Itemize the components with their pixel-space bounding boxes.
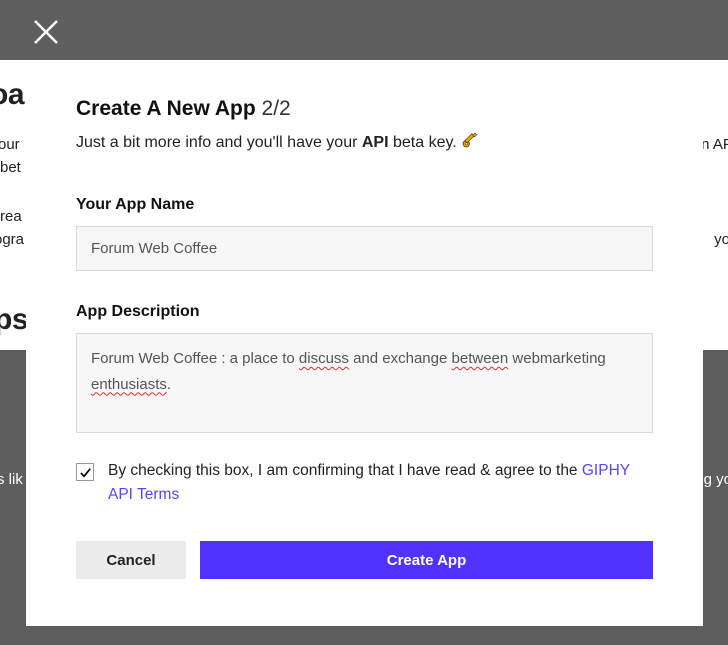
- bg-text-r3: g yo: [704, 468, 728, 491]
- bg-text-1: our: [0, 133, 20, 156]
- modal-title: Create A New App 2/2: [76, 97, 653, 121]
- terms-checkbox[interactable]: [76, 463, 94, 481]
- bg-text-r1: n AF: [701, 133, 728, 156]
- bg-text-3: rea: [0, 205, 22, 228]
- app-description-input[interactable]: Forum Web Coffee : a place to discuss an…: [76, 333, 653, 433]
- app-name-input[interactable]: [76, 226, 653, 271]
- bg-text-4: ogra: [0, 228, 24, 251]
- consent-text: By checking this box, I am confirming th…: [108, 459, 653, 507]
- create-app-button[interactable]: Create App: [200, 541, 653, 579]
- bg-text-2: bet: [0, 156, 21, 179]
- app-name-label: Your App Name: [76, 196, 653, 214]
- consent-row: By checking this box, I am confirming th…: [76, 459, 653, 507]
- bg-heading-2: ps: [0, 297, 28, 344]
- cancel-button[interactable]: Cancel: [76, 541, 186, 579]
- bg-heading-1: oa: [0, 72, 24, 119]
- close-icon[interactable]: [32, 18, 60, 46]
- modal-subtitle: Just a bit more info and you'll have you…: [76, 131, 653, 154]
- app-description-label: App Description: [76, 303, 653, 321]
- bg-text-r2: yo: [714, 228, 728, 251]
- key-icon: [461, 131, 479, 154]
- bg-text-5: s lik: [0, 468, 23, 491]
- button-row: Cancel Create App: [76, 541, 653, 579]
- create-app-modal: Create A New App 2/2 Just a bit more inf…: [26, 61, 703, 626]
